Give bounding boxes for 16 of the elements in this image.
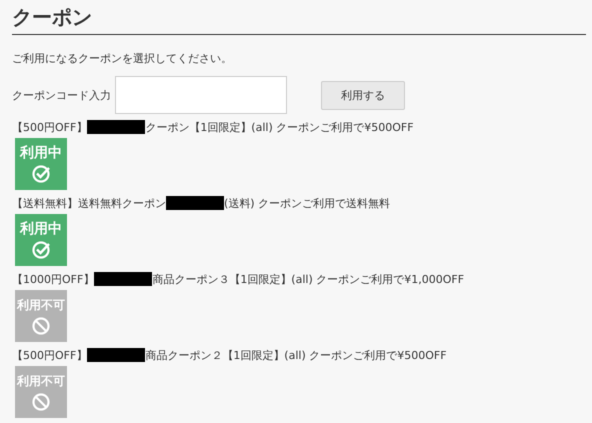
status-badge[interactable]: 利用不可 — [15, 366, 67, 418]
coupon-description: 商品クーポン２【1回限定】(all) クーポンご利用で¥500OFF — [145, 348, 447, 362]
coupon-title: 【送料無料】送料無料クーポン — [12, 196, 166, 210]
coupon-title: 【500円OFF】 — [12, 348, 88, 362]
coupon-title: 【1000円OFF】 — [12, 272, 94, 286]
instruction-text: ご利用になるクーポンを選択してください。 — [12, 51, 233, 66]
coupon-description: クーポン【1回限定】(all) クーポンご利用で¥500OFF — [145, 120, 414, 134]
status-badge[interactable]: 利用不可 — [15, 290, 67, 342]
status-badge[interactable]: 利用中 — [15, 138, 67, 190]
status-badge[interactable]: 利用中 — [15, 214, 67, 266]
coupon-title: 【500円OFF】 — [12, 120, 88, 134]
code-label: クーポンコード入力 — [12, 88, 111, 102]
page-title: クーポン — [12, 0, 586, 35]
coupon-description: (送料) クーポンご利用で送料無料 — [224, 196, 390, 210]
apply-button[interactable]: 利用する — [321, 80, 405, 110]
coupon-description: 商品クーポン３【1回限定】(all) クーポンご利用で¥1,000OFF — [152, 272, 464, 286]
